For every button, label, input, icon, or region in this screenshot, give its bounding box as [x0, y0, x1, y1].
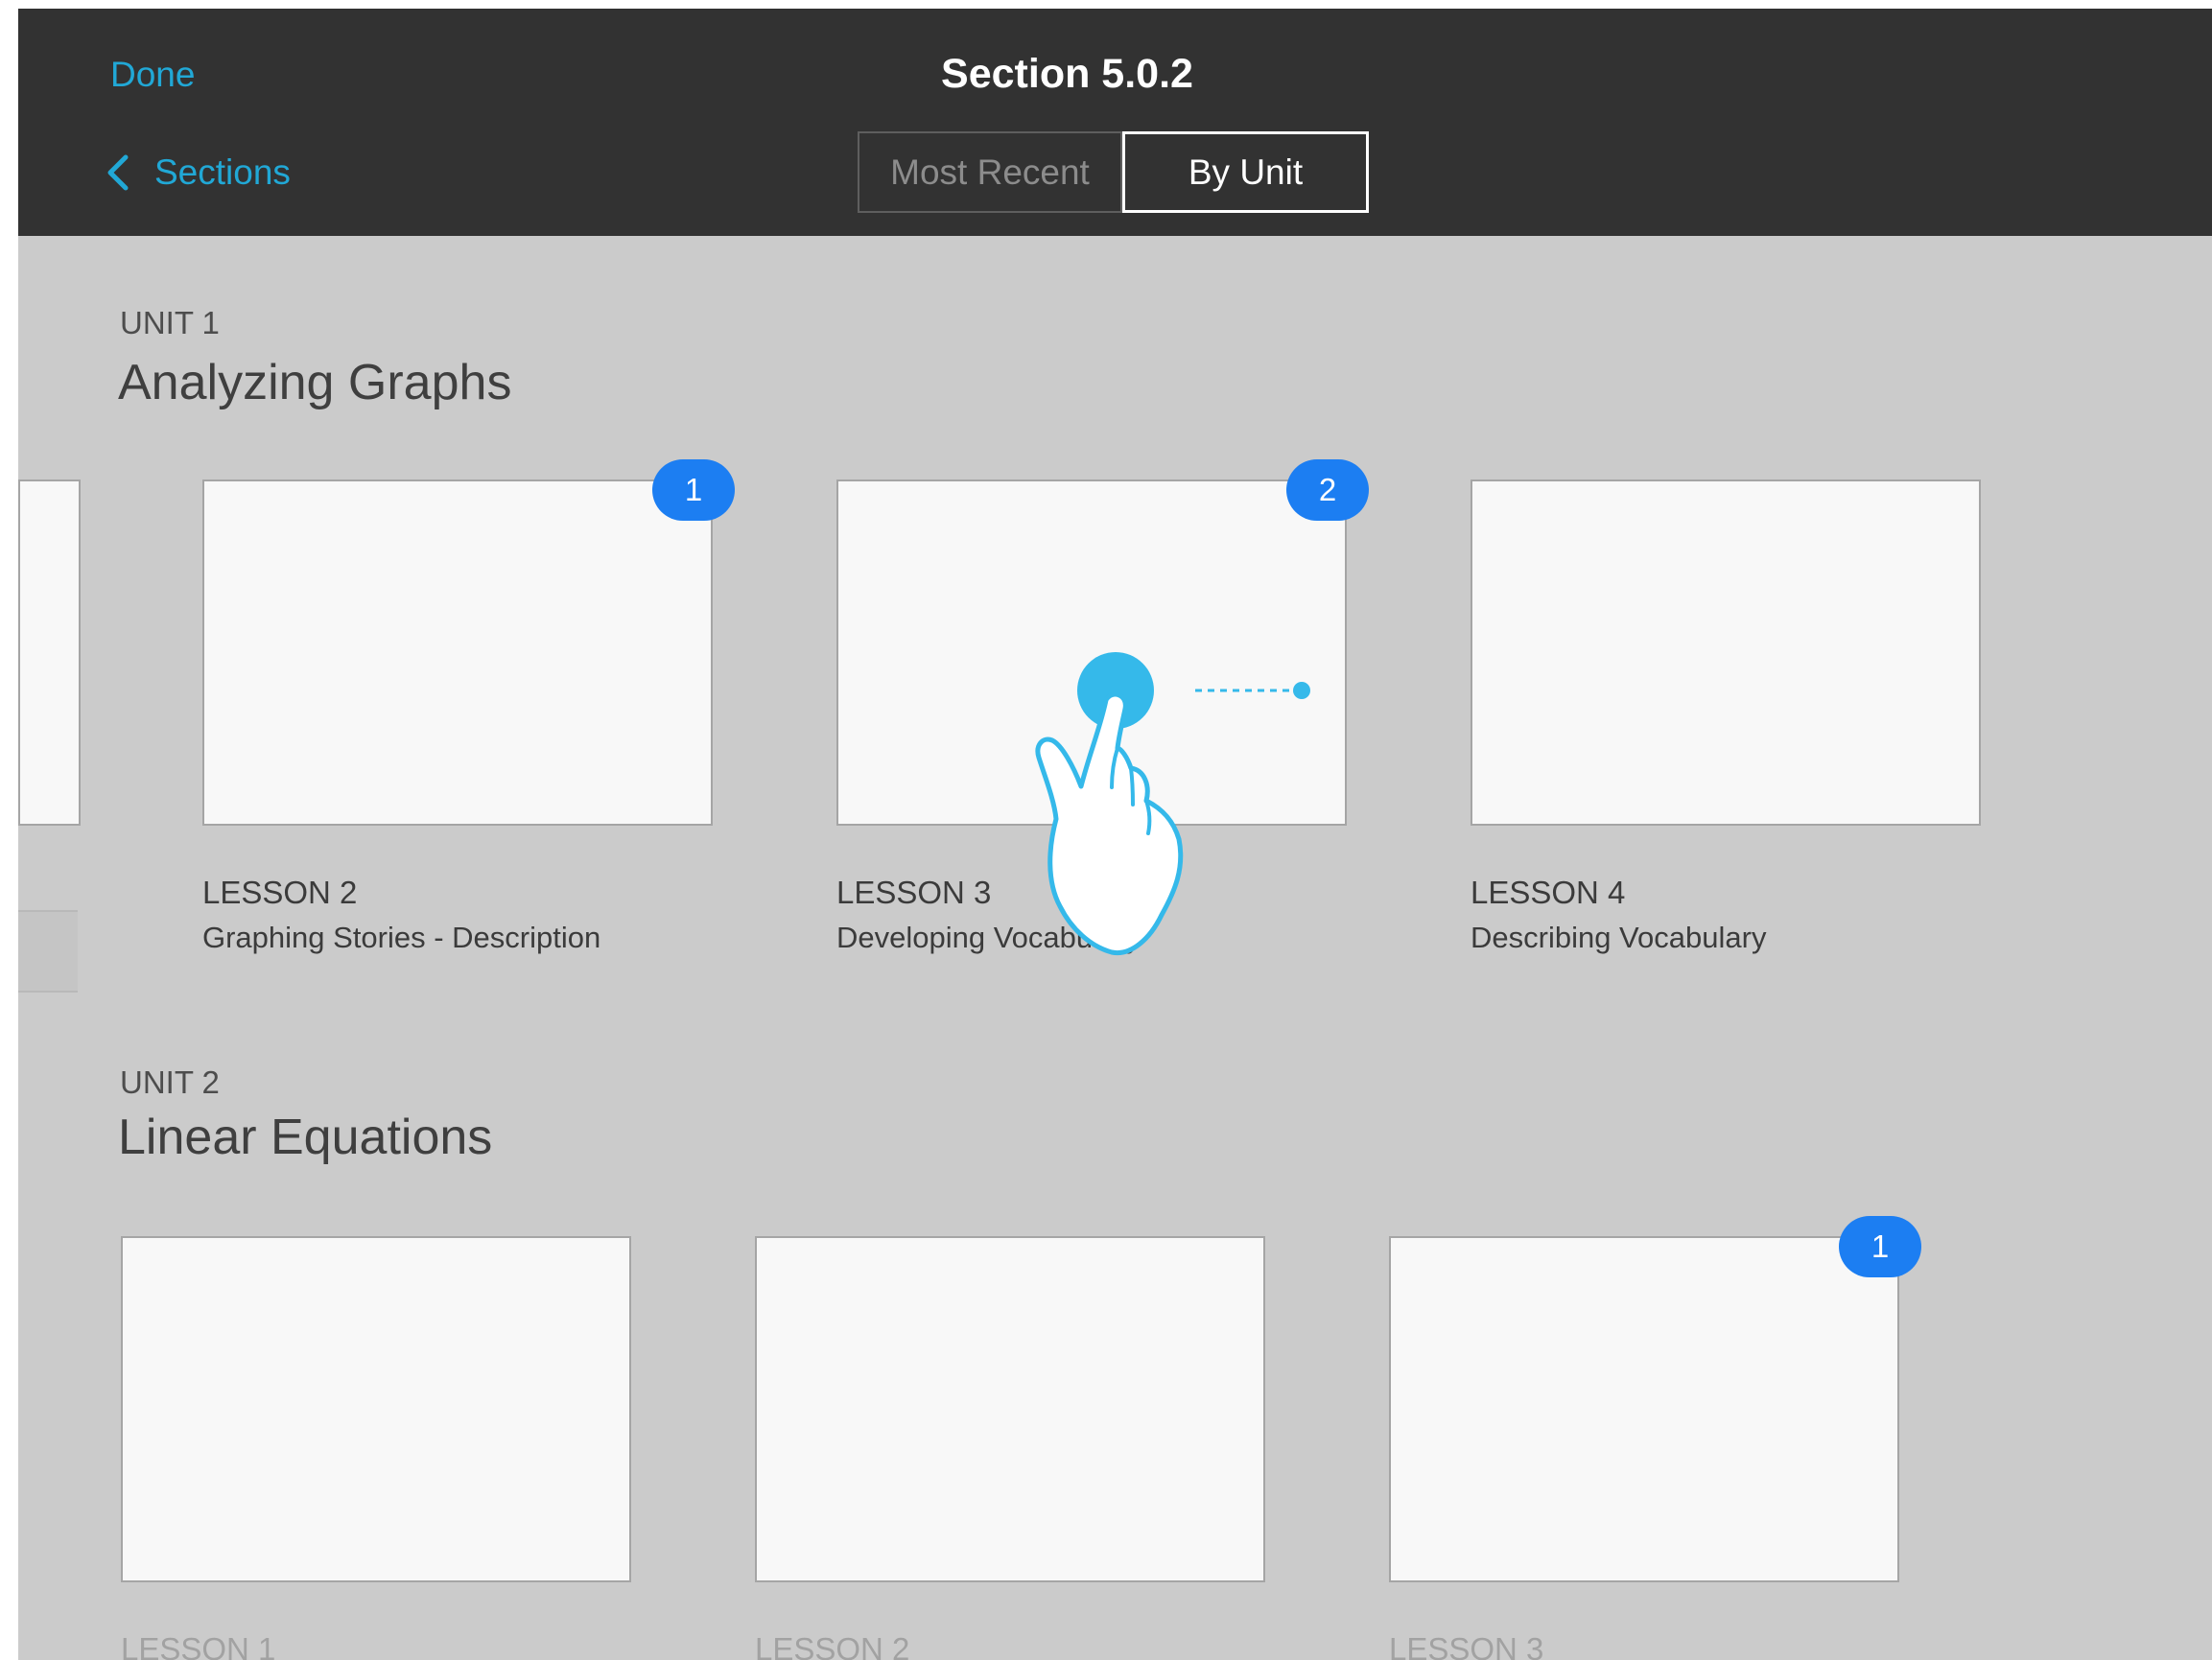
back-label: Sections — [154, 152, 291, 192]
chevron-left-icon — [107, 154, 129, 191]
segment-by-unit[interactable]: By Unit — [1122, 131, 1369, 213]
unit-kicker: UNIT 2 — [120, 1064, 220, 1100]
lesson-card[interactable] — [1389, 1236, 1899, 1582]
lesson-label: LESSON 1 — [121, 1631, 276, 1660]
notification-badge: 1 — [652, 459, 735, 521]
notification-badge: 2 — [1286, 459, 1369, 521]
lesson-subtitle: Graphing Stories - Description — [202, 921, 601, 954]
notification-badge: 1 — [1839, 1216, 1921, 1277]
lesson-card[interactable] — [121, 1236, 631, 1582]
page-title: Section 5.0.2 — [941, 51, 1193, 97]
scroll-indicator — [18, 910, 78, 993]
lesson-subtitle: Describing Vocabulary — [1471, 921, 1767, 954]
view-mode-segmented-control: Most Recent By Unit — [858, 131, 1369, 217]
navigation-bar: Done Section 5.0.2 Sections Most Recent … — [18, 9, 2212, 236]
back-to-sections-button[interactable]: Sections — [106, 152, 291, 193]
lesson-card[interactable] — [755, 1236, 1265, 1582]
app-screen: Done Section 5.0.2 Sections Most Recent … — [18, 9, 2212, 1660]
lesson-label: LESSON 3 — [1389, 1631, 1544, 1660]
swipe-right-hand-icon — [1035, 652, 1310, 956]
lesson-label: LESSON 4 — [1471, 875, 1626, 910]
lesson-card[interactable] — [1471, 479, 1981, 826]
lesson-card-partial[interactable] — [18, 479, 81, 826]
unit-kicker: UNIT 1 — [120, 305, 220, 340]
unit-title: Linear Equations — [118, 1110, 493, 1165]
lesson-card[interactable] — [202, 479, 713, 826]
segment-most-recent[interactable]: Most Recent — [858, 131, 1122, 213]
lesson-label: LESSON 2 — [755, 1631, 910, 1660]
lesson-label: LESSON 2 — [202, 875, 358, 910]
unit-title: Analyzing Graphs — [118, 355, 512, 410]
lesson-label: LESSON 3 — [836, 875, 992, 910]
